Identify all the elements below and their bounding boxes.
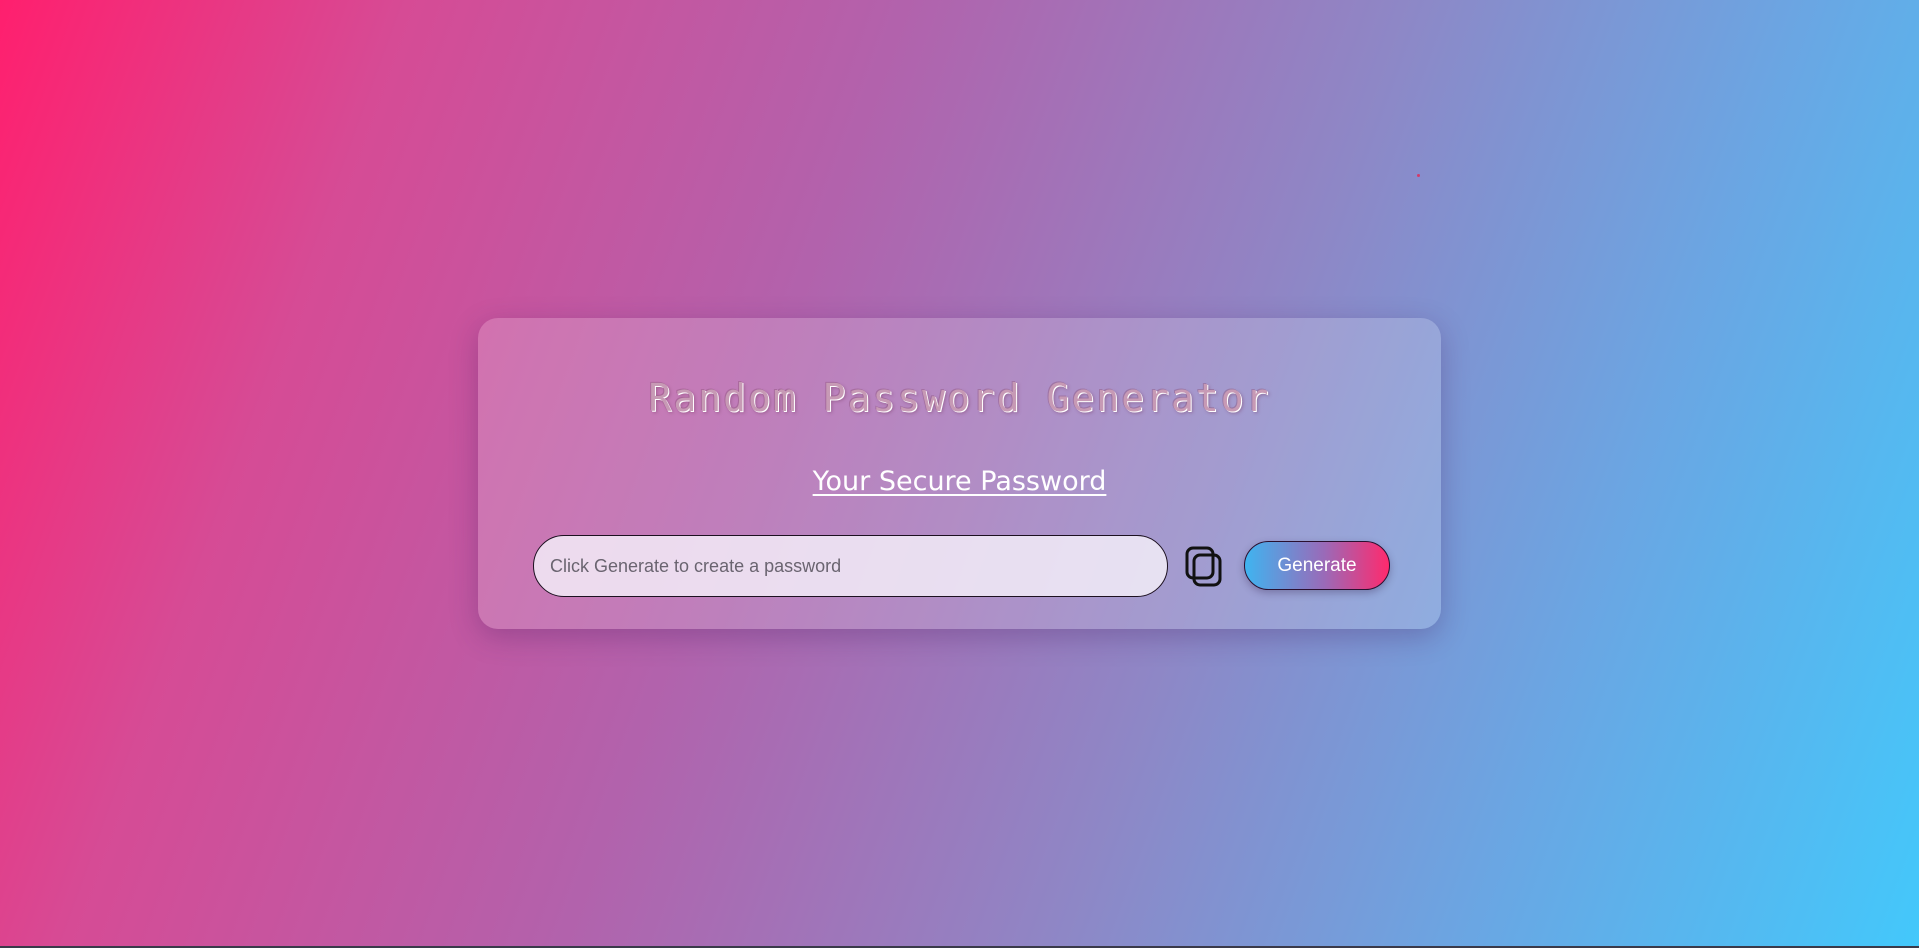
copy-button[interactable]	[1183, 544, 1227, 588]
password-controls: Generate	[533, 535, 1390, 597]
password-input[interactable]	[533, 535, 1168, 597]
background-dot	[1417, 174, 1420, 177]
generate-button[interactable]: Generate	[1244, 541, 1390, 590]
copy-icon	[1185, 546, 1222, 587]
password-section-heading: Your Secure Password	[812, 466, 1107, 497]
page-title: Random Password Generator	[648, 376, 1271, 420]
page-background: { "card": { "title": "Random Password Ge…	[0, 0, 1919, 948]
password-generator-card: Random Password Generator Your Secure Pa…	[478, 318, 1441, 629]
